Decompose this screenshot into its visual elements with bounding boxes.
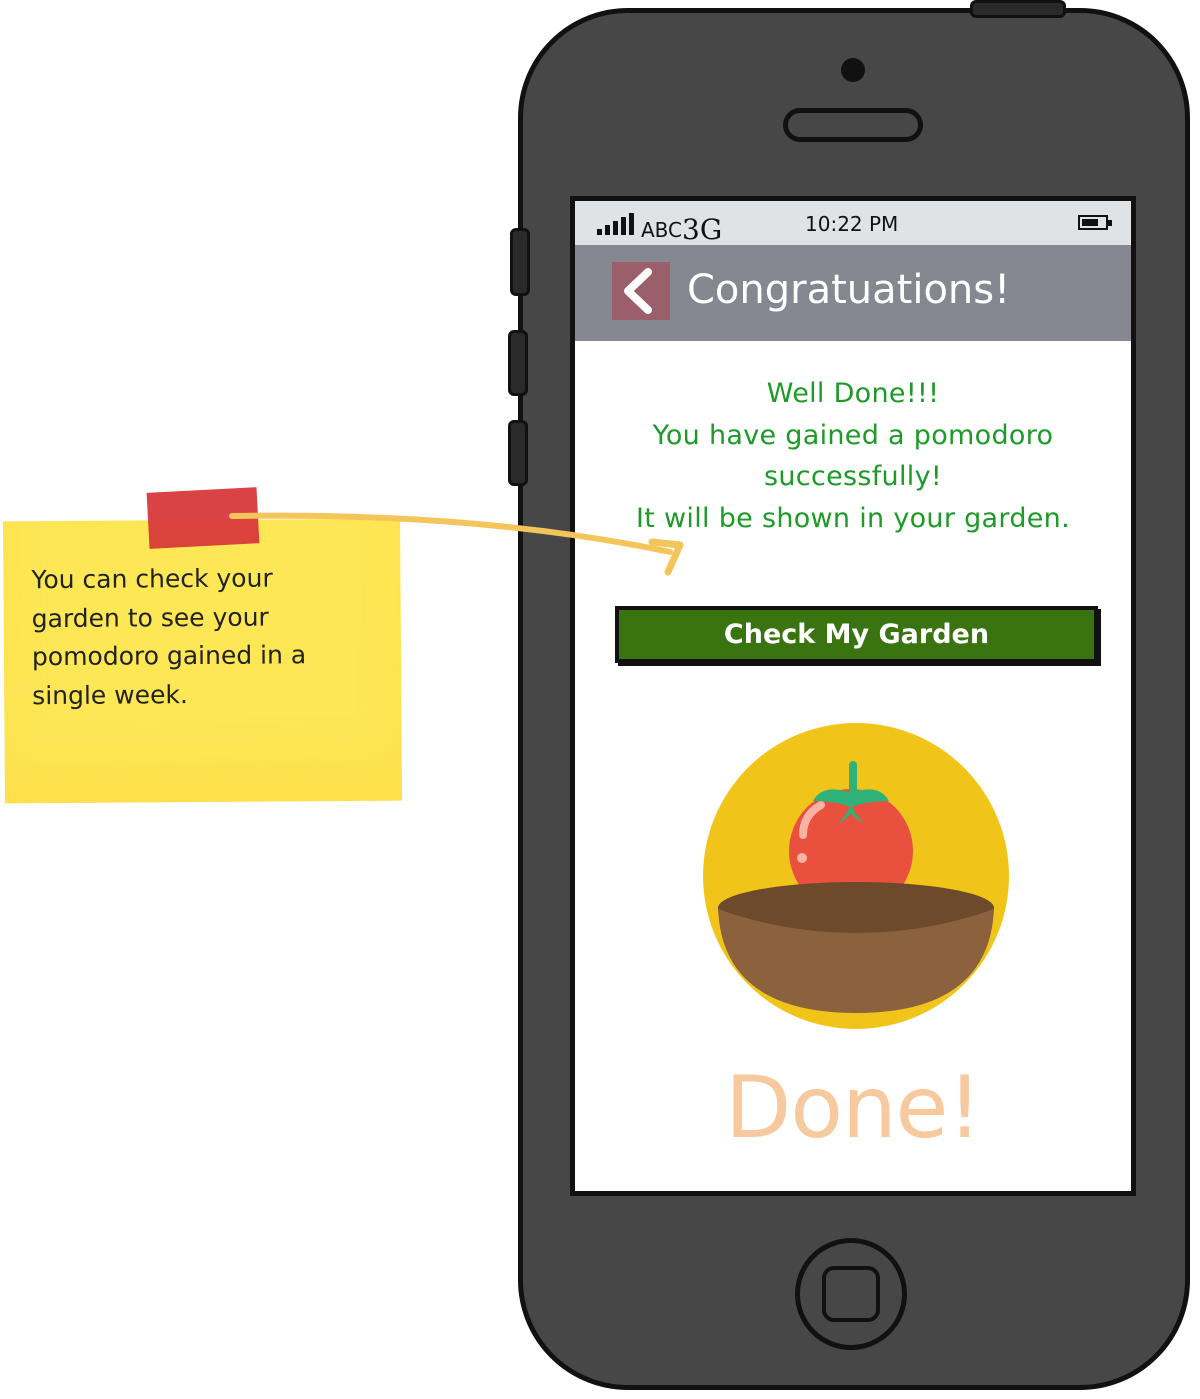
carrier-name: ABC xyxy=(641,218,683,242)
front-camera xyxy=(841,58,865,82)
earpiece-speaker xyxy=(783,108,923,142)
sticky-note-text: You can check your garden to see your po… xyxy=(31,563,307,710)
mute-switch xyxy=(510,228,530,296)
carrier-label: ABC3G xyxy=(641,211,723,246)
message-line: successfully! xyxy=(764,461,942,492)
volume-down-button xyxy=(508,420,528,486)
nav-bar: Congratuations! xyxy=(575,245,1131,341)
congrats-message: Well Done!!! You have gained a pomodoro … xyxy=(575,373,1131,539)
chevron-left-icon xyxy=(624,268,652,314)
message-line: It will be shown in your garden. xyxy=(636,502,1070,534)
power-button xyxy=(970,0,1066,18)
status-time: 10:22 PM xyxy=(805,212,899,236)
message-line: Well Done!!! xyxy=(766,378,940,409)
status-bar: ABC3G 10:22 PM xyxy=(575,201,1131,246)
done-label: Done! xyxy=(725,1058,982,1158)
check-garden-button[interactable]: Check My Garden xyxy=(615,606,1098,663)
tape-strip xyxy=(146,487,260,549)
signal-bars-icon xyxy=(597,213,634,235)
page-title: Congratuations! xyxy=(687,267,1011,313)
network-type: 3G xyxy=(682,213,723,246)
back-button[interactable] xyxy=(612,262,670,320)
phone-screen: ABC3G 10:22 PM Congratuations! Well Done… xyxy=(570,196,1136,1196)
home-button-icon xyxy=(822,1266,880,1322)
message-line: You have gained a pomodoro xyxy=(652,419,1054,451)
volume-up-button xyxy=(508,330,528,396)
pomodoro-in-pot-icon xyxy=(703,723,1009,1029)
sticky-note: You can check your garden to see your po… xyxy=(3,518,402,804)
battery-icon xyxy=(1078,215,1112,230)
